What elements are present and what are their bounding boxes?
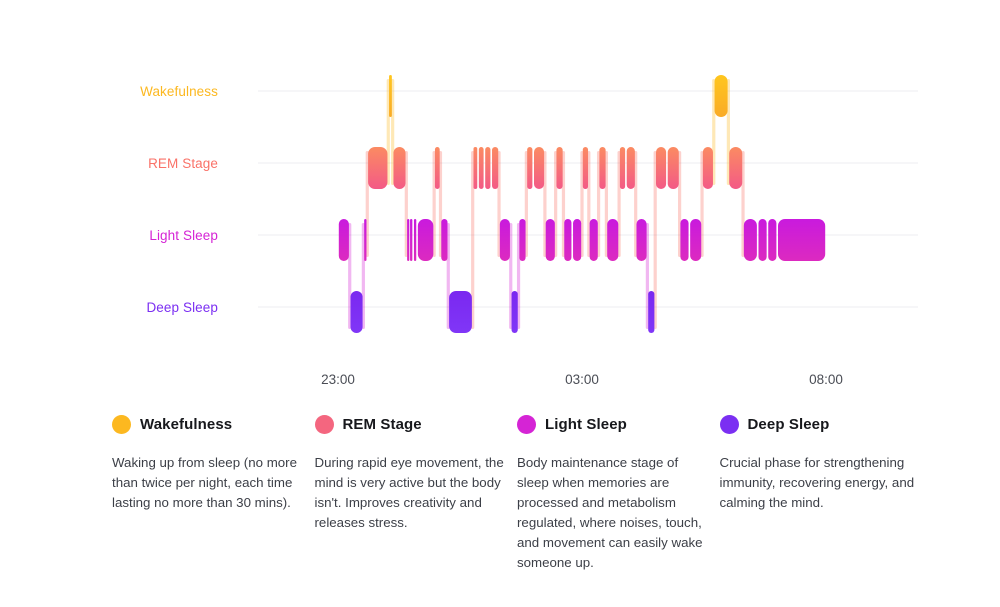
stage-block-light[interactable]: [607, 219, 619, 261]
stage-block-rem[interactable]: [473, 147, 478, 189]
legend-item: Wakefulness Waking up from sleep (no more…: [112, 415, 315, 573]
legend-description: Waking up from sleep (no more than twice…: [112, 455, 298, 510]
stage-block-light[interactable]: [758, 219, 767, 261]
y-axis-label-rem: REM Stage: [148, 156, 218, 171]
stage-block-rem[interactable]: [368, 147, 388, 189]
stage-legend: Wakefulness Waking up from sleep (no more…: [112, 415, 922, 573]
legend-description: Crucial phase for strengthening immunity…: [719, 455, 915, 510]
hypnogram-svg: Wakefulness REM Stage Light Sleep Deep Slee…: [140, 75, 918, 387]
stage-block-light[interactable]: [545, 219, 555, 261]
stage-block-light[interactable]: [417, 219, 434, 261]
legend-header: REM Stage: [314, 415, 512, 434]
stage-block-light[interactable]: [573, 219, 582, 261]
stage-block-light[interactable]: [564, 219, 572, 261]
stage-block-deep[interactable]: [511, 291, 518, 333]
stage-connectors: [348, 79, 745, 329]
x-axis-tick-0800: 08:00: [809, 372, 843, 387]
legend-description: Body maintenance stage of sleep when mem…: [517, 455, 703, 570]
y-axis-label-wakefulness: Wakefulness: [140, 84, 218, 99]
y-axis-label-deep: Deep Sleep: [146, 300, 218, 315]
stage-block-light[interactable]: [407, 219, 410, 261]
stage-block-rem[interactable]: [485, 147, 491, 189]
legend-label: Deep Sleep: [747, 416, 830, 433]
legend-label: Wakefulness: [140, 416, 233, 433]
legend-color-dot-icon: [314, 415, 334, 434]
stage-block-light[interactable]: [778, 219, 826, 261]
legend-item: Light Sleep Body maintenance stage of sle…: [517, 415, 720, 573]
stage-block-deep[interactable]: [648, 291, 655, 333]
stage-block-rem[interactable]: [729, 147, 743, 189]
stage-block-light[interactable]: [690, 219, 702, 261]
legend-item: REM Stage During rapid eye movement, the …: [314, 415, 518, 573]
x-axis-tick-2300: 23:00: [321, 372, 355, 387]
stage-block-rem[interactable]: [582, 147, 589, 189]
legend-color-dot-icon: [112, 415, 131, 434]
legend-description: During rapid eye movement, the mind is v…: [314, 455, 504, 530]
legend-header: Light Sleep: [517, 415, 714, 434]
stage-block-light[interactable]: [680, 219, 689, 261]
stage-block-wakefulness[interactable]: [714, 75, 728, 117]
legend-label: Light Sleep: [545, 416, 627, 433]
stage-block-light[interactable]: [499, 219, 510, 261]
stage-block-light[interactable]: [338, 219, 349, 261]
stage-block-rem[interactable]: [599, 147, 606, 189]
stage-block-light[interactable]: [743, 219, 757, 261]
stage-block-light[interactable]: [364, 219, 367, 261]
stage-block-rem[interactable]: [556, 147, 563, 189]
y-axis-label-light: Light Sleep: [149, 228, 218, 243]
stage-block-rem[interactable]: [534, 147, 545, 189]
stage-block-rem[interactable]: [702, 147, 713, 189]
stage-block-rem[interactable]: [667, 147, 679, 189]
stage-block-rem[interactable]: [619, 147, 626, 189]
y-axis-labels: Wakefulness REM Stage Light Sleep Deep Slee…: [140, 84, 218, 315]
stage-block-light[interactable]: [768, 219, 777, 261]
legend-header: Deep Sleep: [719, 415, 917, 434]
stage-block-rem[interactable]: [478, 147, 484, 189]
sleep-stages-page: Wakefulness REM Stage Light Sleep Deep Slee…: [0, 0, 1000, 607]
stage-block-light[interactable]: [519, 219, 526, 261]
stage-block-deep[interactable]: [350, 291, 363, 333]
stage-block-rem[interactable]: [626, 147, 635, 189]
stage-block-light[interactable]: [589, 219, 598, 261]
stage-block-rem[interactable]: [492, 147, 499, 189]
legend-item: Deep Sleep Crucial phase for strengthenin…: [719, 415, 923, 573]
legend-color-dot-icon: [719, 415, 739, 434]
legend-color-dot-icon: [517, 415, 536, 434]
legend-label: REM Stage: [342, 416, 422, 433]
stage-block-rem[interactable]: [434, 147, 440, 189]
stage-block-light[interactable]: [413, 219, 417, 261]
legend-header: Wakefulness: [112, 415, 309, 434]
stage-block-rem[interactable]: [527, 147, 533, 189]
stage-block-wakefulness[interactable]: [389, 75, 392, 117]
x-axis-tick-0300: 03:00: [565, 372, 599, 387]
stage-block-rem[interactable]: [393, 147, 406, 189]
stage-block-rem[interactable]: [656, 147, 667, 189]
stage-block-light[interactable]: [410, 219, 413, 261]
stage-block-deep[interactable]: [449, 291, 472, 333]
sleep-hypnogram-chart: Wakefulness REM Stage Light Sleep Deep Slee…: [0, 0, 1000, 400]
x-axis-labels: 23:00 03:00 08:00: [321, 372, 843, 387]
stage-block-light[interactable]: [636, 219, 647, 261]
stage-block-light[interactable]: [441, 219, 448, 261]
